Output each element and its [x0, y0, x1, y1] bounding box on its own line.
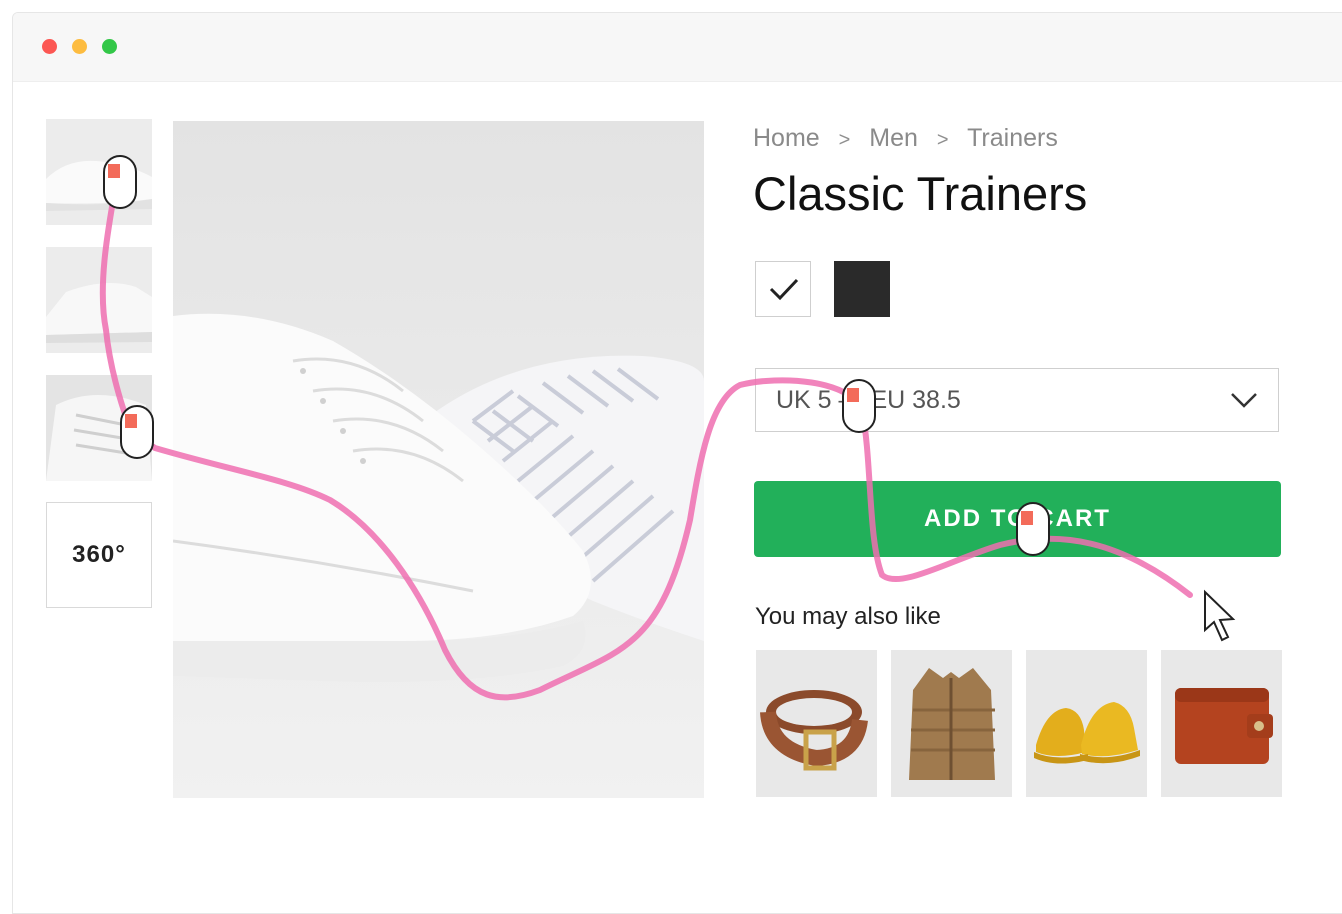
breadcrumb-separator: >	[936, 129, 949, 151]
view-360-label: 360°	[72, 541, 126, 568]
maximize-window-button[interactable]	[102, 39, 117, 54]
shoe-thumbnail-image	[46, 119, 152, 225]
recommendation-wallet[interactable]	[1161, 650, 1282, 797]
breadcrumb-trainers[interactable]: Trainers	[967, 124, 1058, 152]
color-swatch-black[interactable]	[834, 261, 890, 317]
breadcrumb: Home > Men > Trainers	[753, 124, 1058, 153]
product-title: Classic Trainers	[753, 167, 1088, 220]
color-swatch-white[interactable]	[755, 261, 811, 317]
checkmark-icon	[769, 278, 799, 301]
add-to-cart-button[interactable]: ADD TO CART	[754, 481, 1281, 557]
thumbnail-shoe-top[interactable]	[46, 119, 152, 225]
recommendation-vest[interactable]	[891, 650, 1012, 797]
vest-icon	[891, 650, 1012, 797]
white-trainer-photo	[173, 121, 704, 798]
minimize-window-button[interactable]	[72, 39, 87, 54]
product-main-image	[173, 121, 704, 798]
also-like-heading: You may also like	[755, 603, 941, 630]
view-360-button[interactable]: 360°	[46, 502, 152, 608]
breadcrumb-men[interactable]: Men	[869, 124, 918, 152]
yellow-shoes-icon	[1026, 650, 1147, 797]
breadcrumb-home[interactable]: Home	[753, 124, 820, 152]
window-titlebar	[13, 13, 1342, 82]
close-window-button[interactable]	[42, 39, 57, 54]
belt-icon	[756, 650, 877, 797]
breadcrumb-separator: >	[838, 129, 851, 151]
thumbnail-shoe-side[interactable]	[46, 247, 152, 353]
shoe-thumbnail-image	[46, 375, 152, 481]
wallet-icon	[1161, 650, 1282, 797]
thumbnail-shoe-laces[interactable]	[46, 375, 152, 481]
shoe-thumbnail-image	[46, 247, 152, 353]
recommendation-yellow-shoes[interactable]	[1026, 650, 1147, 797]
size-select[interactable]: UK 5 — EU 38.5	[755, 368, 1279, 432]
chevron-down-icon	[1231, 393, 1257, 408]
size-selected-value: UK 5 — EU 38.5	[776, 386, 961, 414]
recommendation-belt[interactable]	[756, 650, 877, 797]
